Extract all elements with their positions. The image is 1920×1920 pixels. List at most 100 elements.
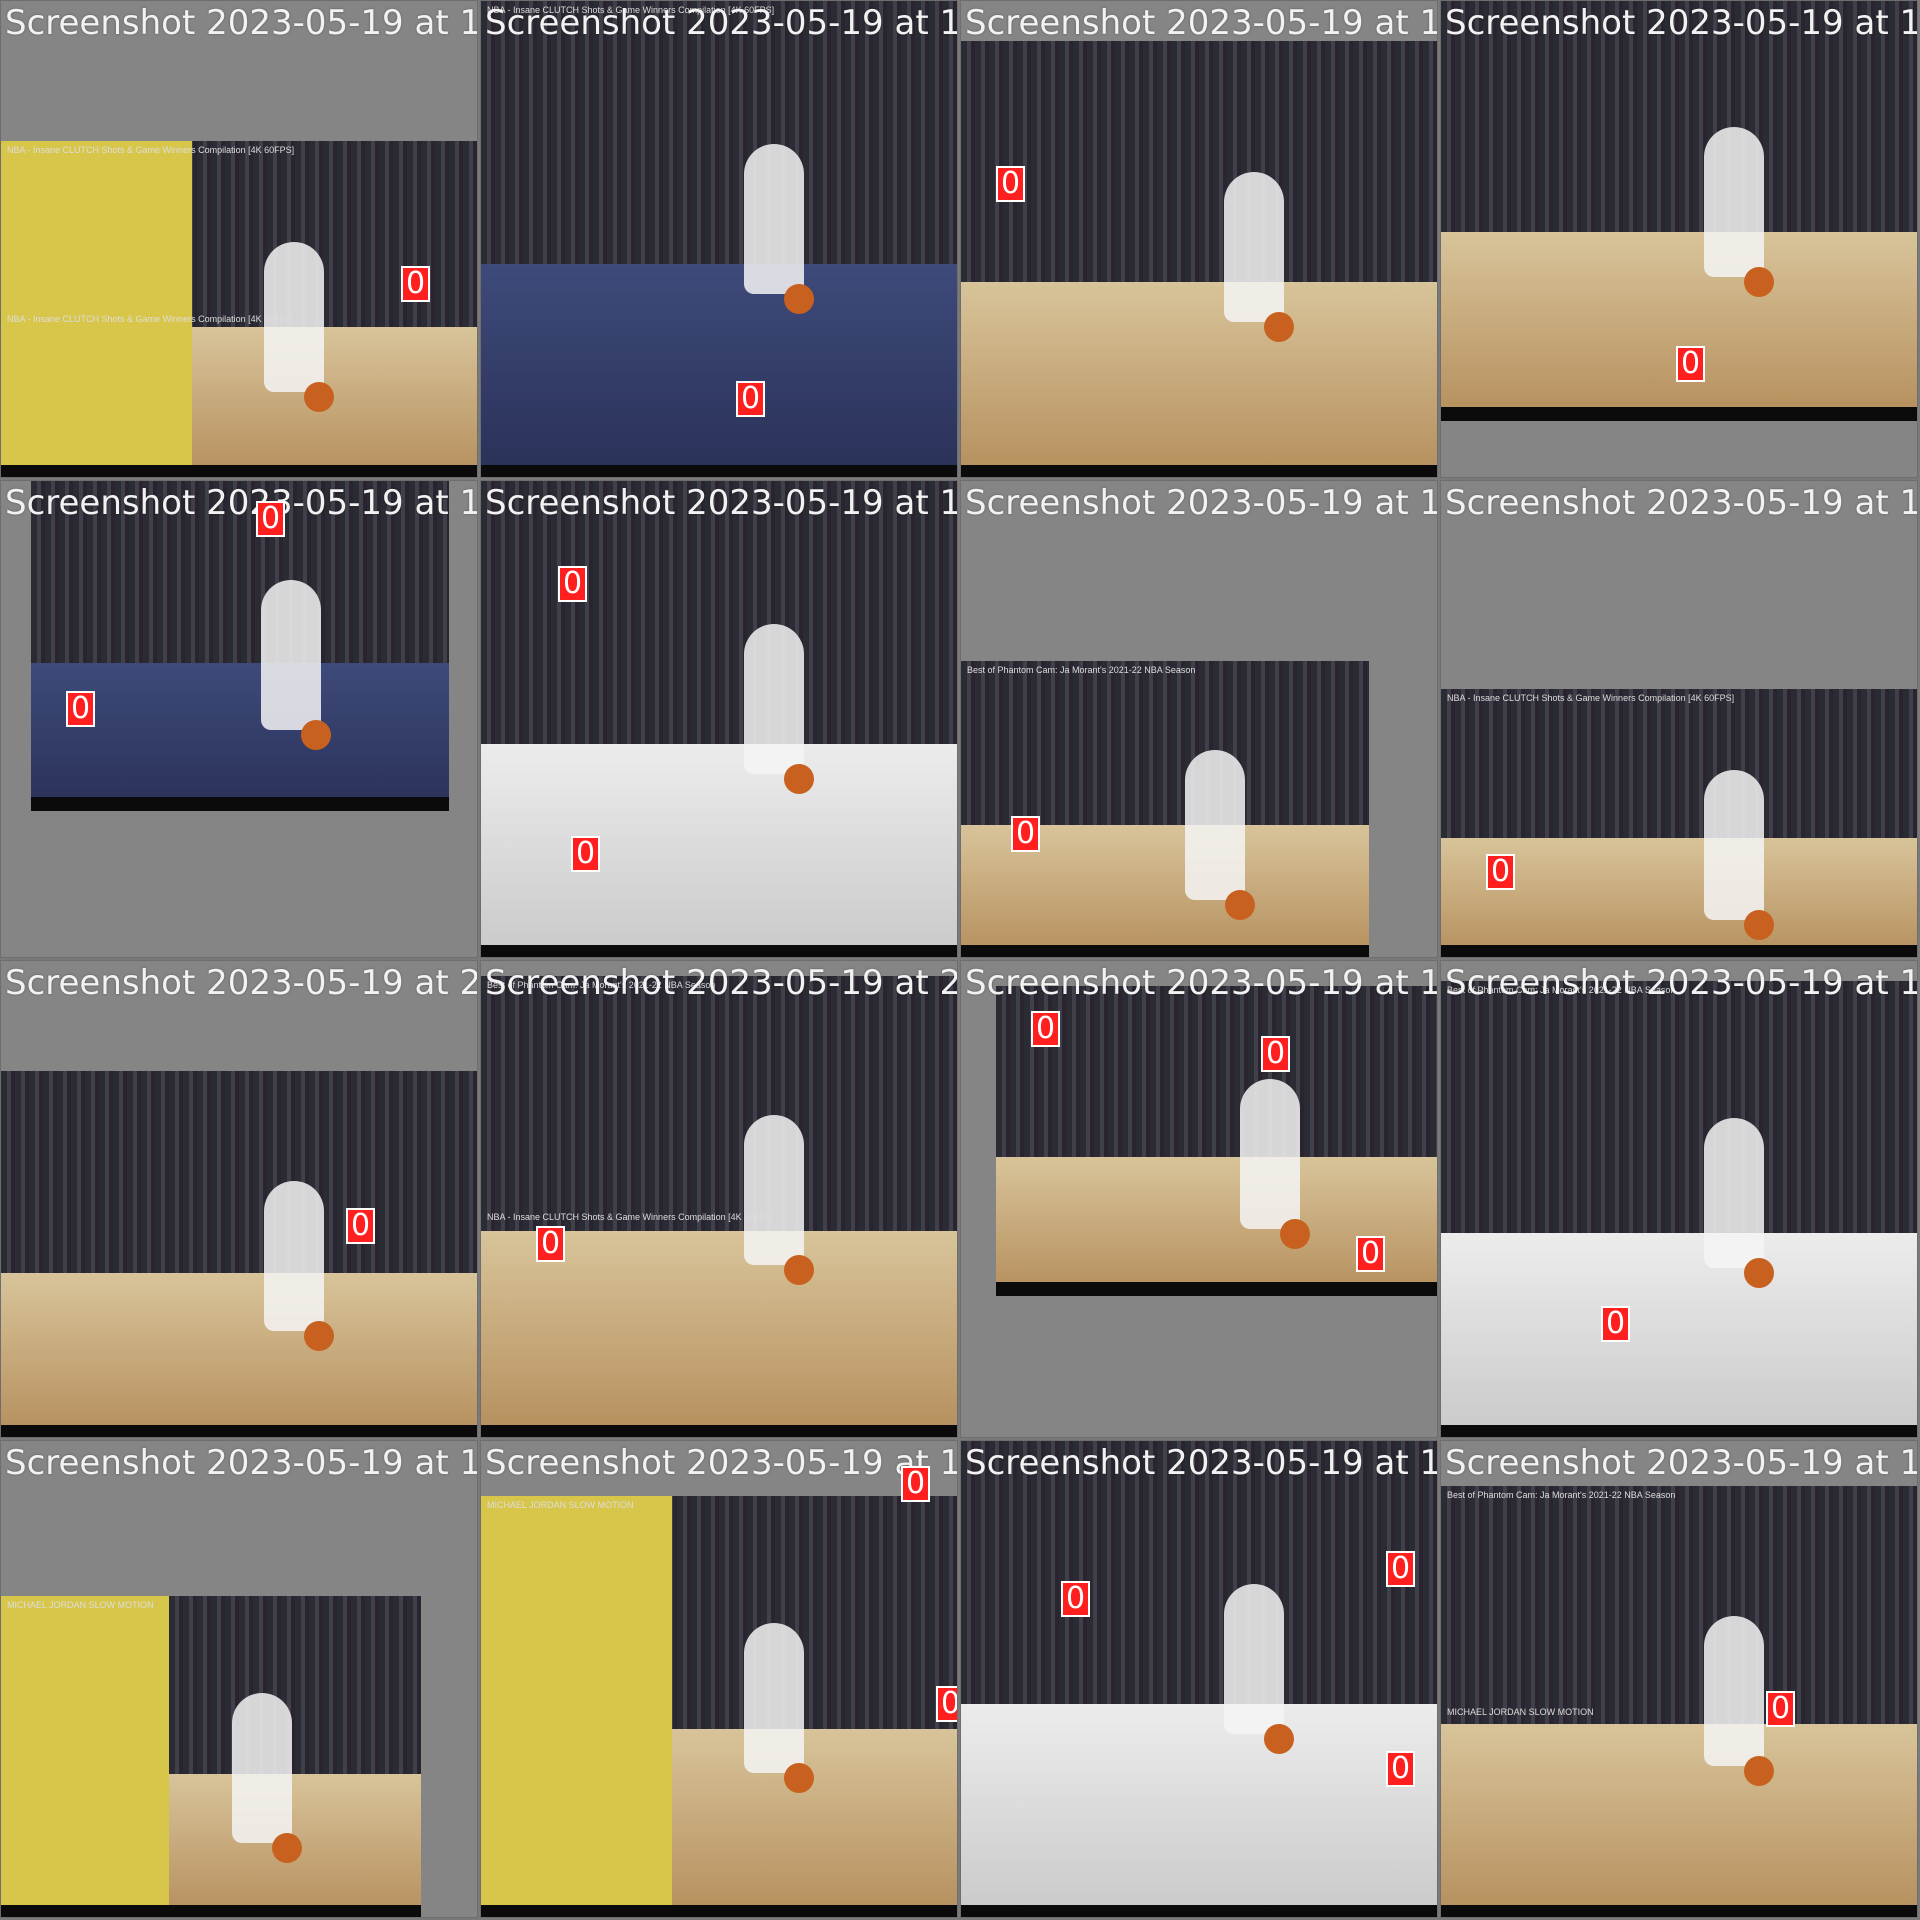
basketball xyxy=(300,720,331,750)
slow-motion-video-frame xyxy=(1,141,193,477)
screenshot-tile[interactable]: NBA - Insane CLUTCH Shots & Game Winners… xyxy=(1440,480,1918,958)
label-badge: 0 xyxy=(536,1226,566,1262)
label-badge: 0 xyxy=(1061,1581,1091,1617)
screenshot-tile[interactable]: Best of Phantom Cam: Ja Morant's 2021-22… xyxy=(1440,960,1918,1438)
screenshot-tile[interactable]: MICHAEL JORDAN SLOW MOTION Screenshot 202… xyxy=(0,1440,478,1918)
video-controls-bar[interactable] xyxy=(481,465,957,477)
label-badge: 0 xyxy=(996,166,1026,202)
basketball-court xyxy=(1441,232,1917,421)
screenshot-tile[interactable]: Screenshot 2023-05-19 at 11.55.07 AM.png… xyxy=(1440,0,1918,478)
player-figure xyxy=(232,1692,292,1843)
label-badge: 0 xyxy=(66,691,96,727)
video-controls-bar[interactable] xyxy=(1441,945,1917,957)
label-badge: 0 xyxy=(1261,1036,1291,1072)
video-controls-bar[interactable] xyxy=(1441,1905,1917,1917)
arena-crowd xyxy=(996,986,1437,1157)
screenshot-filename: Screenshot 2023-05-19 at 11.04.48 AM.png xyxy=(485,483,957,523)
screenshot-filename: Screenshot 2023-05-19 at 10.38.29 AM.png xyxy=(485,3,957,43)
video-controls-bar[interactable] xyxy=(481,945,957,957)
screenshot-tile[interactable]: Best of Phantom Cam: Ja Morant's 2021-22… xyxy=(1440,1440,1918,1918)
basketball xyxy=(783,1762,814,1793)
video-title: MICHAEL JORDAN SLOW MOTION xyxy=(1447,1706,1594,1717)
screenshot-tile[interactable]: Screenshot 2023-05-19 at 11.04.48 AM.png… xyxy=(480,480,958,958)
video-controls-bar[interactable] xyxy=(1,1425,477,1437)
arena-crowd xyxy=(961,41,1437,282)
arena-crowd xyxy=(481,976,957,1231)
video-controls-bar[interactable] xyxy=(481,1905,957,1917)
image-grid: NBA - Insane CLUTCH Shots & Game Winners… xyxy=(0,0,1920,1920)
video-controls-bar[interactable] xyxy=(31,797,449,811)
screenshot-tile[interactable]: Screenshot 2023-05-19 at 2.38.31 PM.png 0 xyxy=(0,960,478,1438)
video-screenshot xyxy=(1,1071,477,1437)
arena-crowd xyxy=(1441,1486,1917,1725)
label-badge: 0 xyxy=(936,1686,957,1722)
label-badge: 0 xyxy=(571,836,601,872)
player-figure xyxy=(1185,750,1246,901)
player-figure xyxy=(743,1622,804,1773)
label-badge: 0 xyxy=(736,381,766,417)
video-controls-bar[interactable] xyxy=(961,465,1437,477)
player-figure xyxy=(263,1181,324,1332)
player-figure xyxy=(1703,1615,1764,1766)
screenshot-tile[interactable]: Screenshot 2023-05-19 at 11.05.45 AM.png… xyxy=(960,960,1438,1438)
video-controls-bar[interactable] xyxy=(961,1905,1437,1917)
screenshot-filename: Screenshot 2023-05-19 at 10.38.29 AM.png xyxy=(485,1443,957,1483)
label-badge: 0 xyxy=(1601,1306,1631,1342)
basketball xyxy=(1743,1755,1774,1786)
label-badge: 0 xyxy=(401,266,431,302)
video-controls-bar[interactable] xyxy=(996,1282,1437,1296)
basketball xyxy=(1279,1219,1310,1249)
video-screenshot: NBA - Insane CLUTCH Shots & Game Winners… xyxy=(1,141,477,477)
player-figure xyxy=(260,580,321,730)
basketball-court xyxy=(1,1273,477,1437)
video-screenshot: Best of Phantom Cam: Ja Morant's 2021-22… xyxy=(1441,1486,1917,1917)
arena-crowd xyxy=(1441,981,1917,1233)
screenshot-tile[interactable]: NBA - Insane CLUTCH Shots & Game Winners… xyxy=(0,0,478,478)
screenshot-filename: Screenshot 2023-05-19 at 11.47.25 AM.png xyxy=(1445,483,1917,523)
video-controls-bar[interactable] xyxy=(1,465,477,477)
arena-crowd xyxy=(1,1071,477,1274)
screenshot-tile[interactable]: Best of Phantom Cam: Ja Morant's 2021-22… xyxy=(480,960,958,1438)
video-controls-bar[interactable] xyxy=(961,945,1369,957)
player-figure xyxy=(743,144,804,295)
video-screenshot: Best of Phantom Cam: Ja Morant's 2021-22… xyxy=(961,661,1369,957)
screenshot-filename: Screenshot 2023-05-19 at 11.31.35 AM.png xyxy=(5,1443,477,1483)
video-screenshot: Best of Phantom Cam: Ja Morant's 2021-22… xyxy=(1441,981,1917,1437)
player-figure xyxy=(743,1114,804,1265)
label-badge: 0 xyxy=(1676,346,1706,382)
video-screenshot: NBA - Insane CLUTCH Shots & Game Winners… xyxy=(481,1,957,477)
video-controls-bar[interactable] xyxy=(1,1905,421,1917)
video-controls-bar[interactable] xyxy=(1441,1425,1917,1437)
video-screenshot: MICHAEL JORDAN SLOW MOTION xyxy=(1,1596,421,1917)
video-screenshot xyxy=(961,41,1437,477)
video-title: NBA - Insane CLUTCH Shots & Game Winners… xyxy=(7,145,295,155)
screenshot-tile[interactable]: Screenshot 2023-05-19 at 11.05.45 AM.png… xyxy=(0,480,478,958)
screenshot-filename: Screenshot 2023-05-19 at 10.50.07 AM.png xyxy=(965,3,1437,43)
video-title: MICHAEL JORDAN SLOW MOTION xyxy=(487,1500,634,1510)
screenshot-tile[interactable]: Best of Phantom Cam: Ja Morant's 2021-22… xyxy=(960,480,1438,958)
video-screenshot: MICHAEL JORDAN SLOW MOTION xyxy=(481,1496,957,1917)
video-title: MICHAEL JORDAN SLOW MOTION xyxy=(7,1600,154,1610)
label-badge: 0 xyxy=(346,1208,376,1244)
screenshot-filename: Screenshot 2023-05-19 at 10.40.41 AM.png xyxy=(5,3,477,43)
screenshot-tile[interactable]: Screenshot 2023-05-19 at 10.50.07 AM.png… xyxy=(960,0,1438,478)
screenshot-filename: Screenshot 2023-05-19 at 11.05.45 AM.png xyxy=(965,963,1437,1003)
label-badge: 0 xyxy=(256,501,286,537)
video-screenshot: Best of Phantom Cam: Ja Morant's 2021-22… xyxy=(481,976,957,1437)
arena-crowd xyxy=(961,661,1369,825)
screenshot-filename: Screenshot 2023-05-19 at 10.38.40 AM.png xyxy=(965,1443,1437,1483)
video-title: Best of Phantom Cam: Ja Morant's 2021-22… xyxy=(1447,1490,1676,1500)
video-controls-bar[interactable] xyxy=(481,1425,957,1437)
basketball-court xyxy=(481,743,957,957)
label-badge: 0 xyxy=(1766,1691,1796,1727)
screenshot-tile[interactable]: NBA - Insane CLUTCH Shots & Game Winners… xyxy=(480,0,958,478)
screenshot-tile[interactable]: Screenshot 2023-05-19 at 10.38.40 AM.png… xyxy=(960,1440,1438,1918)
screenshot-filename: Screenshot 2023-05-19 at 11.05.45 AM.png xyxy=(5,483,477,523)
player-figure xyxy=(1703,127,1764,277)
video-controls-bar[interactable] xyxy=(1441,407,1917,421)
basketball xyxy=(272,1832,302,1863)
arena-crowd xyxy=(1441,689,1917,838)
screenshot-filename: Screenshot 2023-05-19 at 11.14.23 AM.png xyxy=(1445,1443,1917,1483)
basketball-court xyxy=(961,1703,1437,1917)
screenshot-tile[interactable]: MICHAEL JORDAN SLOW MOTION Screenshot 202… xyxy=(480,1440,958,1918)
